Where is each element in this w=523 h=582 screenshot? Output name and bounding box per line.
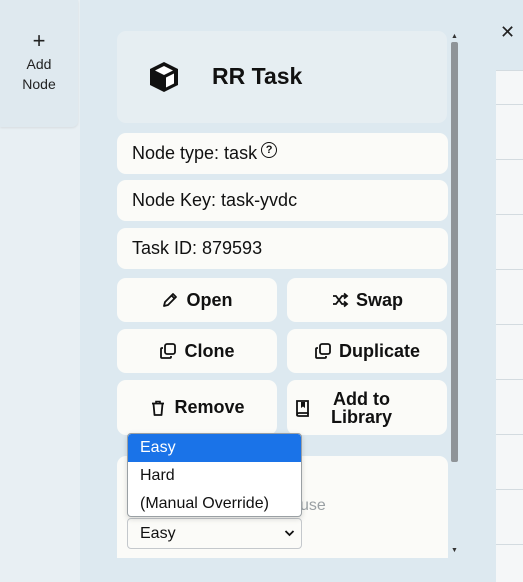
node-key-text: Node Key: task-yvdc bbox=[132, 190, 298, 210]
close-icon[interactable]: ✕ bbox=[500, 22, 515, 43]
node-key-field: Node Key: task-yvdc bbox=[117, 180, 448, 221]
add-node-label-line1: Add bbox=[26, 56, 52, 72]
scrollbar-thumb[interactable] bbox=[451, 42, 458, 462]
add-node-button[interactable]: + Add Node bbox=[0, 0, 78, 127]
add-node-label-line2: Node bbox=[22, 76, 56, 92]
open-label: Open bbox=[186, 289, 233, 310]
scroll-down-arrow[interactable]: ▼ bbox=[451, 547, 458, 554]
duplicate-button[interactable]: Duplicate bbox=[287, 329, 447, 373]
clone-label: Clone bbox=[184, 340, 235, 361]
book-icon bbox=[296, 399, 309, 417]
node-type-text: Node type: task bbox=[132, 143, 258, 163]
help-icon[interactable]: ? bbox=[261, 142, 278, 158]
dropdown-option-manual-override[interactable]: (Manual Override) bbox=[128, 490, 301, 516]
remove-label: Remove bbox=[174, 397, 245, 417]
remove-button[interactable]: Remove bbox=[117, 380, 277, 435]
pencil-icon bbox=[163, 293, 178, 307]
copy-icon bbox=[160, 343, 177, 359]
swap-button[interactable]: Swap bbox=[287, 278, 447, 322]
node-type-field: Node type: task? bbox=[117, 133, 448, 174]
add-to-library-button[interactable]: Add to Library bbox=[287, 380, 447, 435]
open-button[interactable]: Open bbox=[117, 278, 277, 322]
clone-button[interactable]: Clone bbox=[117, 329, 277, 373]
trash-icon bbox=[152, 400, 165, 416]
difficulty-selected-value: Easy bbox=[140, 525, 176, 542]
plus-icon: + bbox=[32, 28, 46, 53]
cube-icon bbox=[150, 62, 178, 92]
difficulty-dropdown: Easy Hard (Manual Override) bbox=[127, 433, 302, 517]
chevron-down-icon bbox=[284, 519, 295, 560]
difficulty-select[interactable]: Easy bbox=[127, 518, 302, 549]
scroll-up-arrow[interactable]: ▲ bbox=[451, 33, 458, 40]
copy-icon bbox=[315, 343, 331, 359]
add-to-library-label-line2: Library bbox=[331, 406, 393, 427]
shuffle-icon bbox=[332, 292, 349, 308]
add-to-library-label-line1: Add to bbox=[333, 388, 390, 409]
difficulty-label-partial: use bbox=[300, 497, 326, 514]
dropdown-option-hard[interactable]: Hard bbox=[128, 462, 301, 490]
duplicate-label: Duplicate bbox=[338, 340, 421, 361]
swap-label: Swap bbox=[355, 289, 403, 310]
task-id-field: Task ID: 879593 bbox=[117, 228, 448, 269]
dropdown-option-easy[interactable]: Easy bbox=[128, 434, 301, 462]
node-title: RR Task bbox=[212, 63, 303, 89]
task-id-text: Task ID: 879593 bbox=[132, 238, 263, 258]
background-table bbox=[496, 70, 523, 582]
